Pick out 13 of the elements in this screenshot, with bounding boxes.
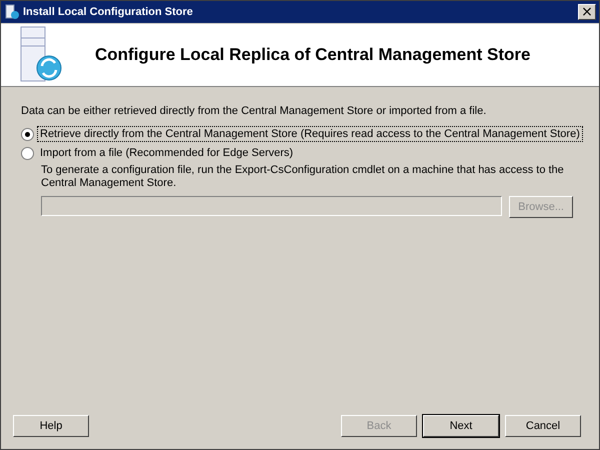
- radio-button[interactable]: [21, 128, 34, 140]
- dialog-button[interactable]: Cancel: [505, 415, 581, 437]
- dialog-button[interactable]: Next: [423, 415, 499, 437]
- window-title: Install Local Configuration Store: [23, 6, 194, 18]
- option-label[interactable]: Import from a file (Recommended for Edge Servers): [37, 145, 296, 161]
- page-heading: Configure Local Replica of Central Management Store: [95, 45, 530, 65]
- radio-button[interactable]: [21, 146, 34, 160]
- option-label[interactable]: Retrieve directly from the Central Management Store (Requires read access to the Central Management Store): [37, 126, 583, 142]
- close-button[interactable]: ×: [578, 4, 596, 20]
- intro-text: Data can be either retrieved directly from the Central Management Store or imported from a file.: [21, 105, 488, 117]
- import-hint-text: To generate a configuration file, run the Export-CsConfiguration cmdlet on a machine that has access to the Central Management Store.: [41, 164, 565, 190]
- dialog-button[interactable]: Help: [13, 415, 89, 437]
- server-sync-icon: [4, 4, 20, 20]
